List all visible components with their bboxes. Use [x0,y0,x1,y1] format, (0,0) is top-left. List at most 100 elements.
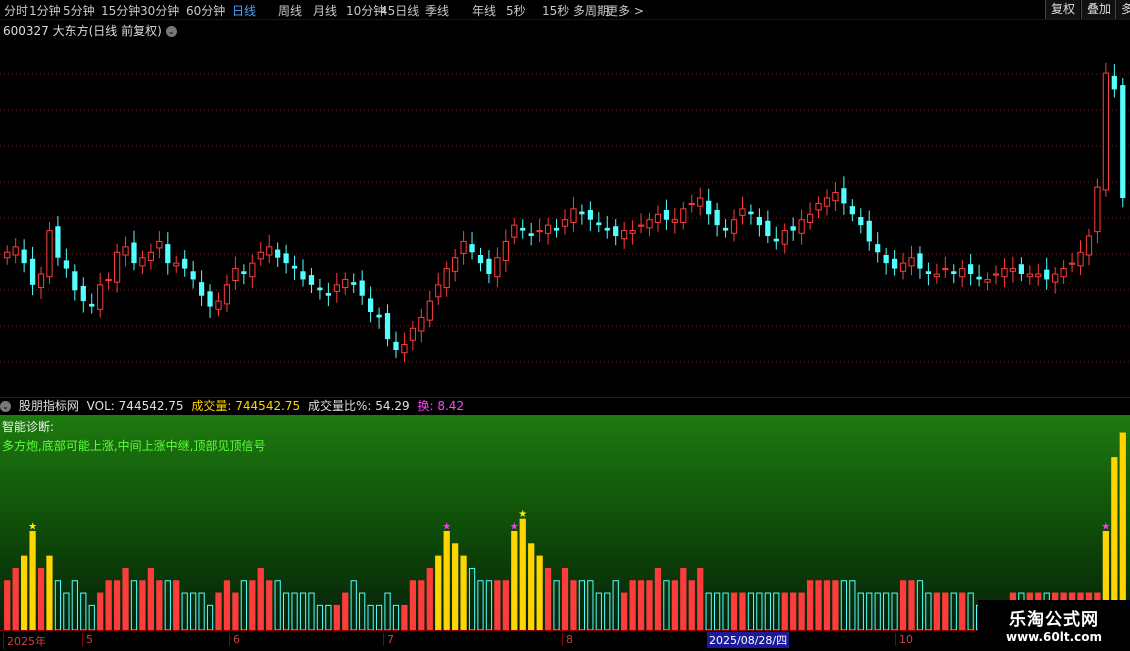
candle-body [925,271,932,274]
candle-body [1026,273,1033,278]
volume-bar [21,555,28,630]
tab-8[interactable]: 月线 [313,2,337,19]
candle-body [21,249,27,264]
volume-bar [587,580,594,630]
candle-body [165,244,171,264]
volume-bar [4,580,11,630]
star-marker: ★ [1101,522,1110,533]
tab-12[interactable]: 年线 [472,2,496,19]
toolbar-button-2[interactable]: 多 [1115,0,1130,19]
volume-bar [29,531,36,630]
tab-16[interactable]: 更多 > [606,2,644,19]
toolbar-button-1[interactable]: 叠加 [1081,0,1117,19]
volume-bar [849,580,856,630]
candle-body [275,249,281,258]
candle-body [384,313,391,340]
volume-bar [891,592,898,630]
chevron-down-icon[interactable]: ⌄ [165,26,177,37]
candle-body [376,314,382,318]
indicator-header: ⌄ 股朋指标网 VOL: 744542.75 成交量: 744542.75 成交… [0,397,1130,416]
volume-bar [350,580,357,630]
volume-bar [773,592,780,630]
volume-bar [790,592,797,630]
tab-1[interactable]: 1分钟 [29,2,61,19]
vol-value: 744542.75 [118,399,184,413]
volume-bar [561,567,569,630]
volume-bar [274,580,281,630]
candle-body [714,209,720,226]
volume-bar [97,592,104,630]
candle-body [139,257,146,267]
tab-13[interactable]: 5秒 [506,2,526,19]
candle-body [959,268,966,278]
candle-body [849,206,855,215]
tab-5[interactable]: 60分钟 [186,2,225,19]
chevron-down-icon[interactable]: ⌄ [0,401,11,412]
tab-4[interactable]: 30分钟 [140,2,179,19]
candle-body [393,341,399,350]
volume-bar [688,580,695,630]
volume-bar [291,592,298,630]
volume-bar [832,580,839,630]
candle-body [832,192,839,202]
tab-14[interactable]: 15秒 [542,2,569,19]
tab-15[interactable]: 多周期 [573,2,609,19]
volume-bar [113,580,121,630]
candle-body [1035,273,1042,278]
price-chart[interactable] [0,38,1130,396]
volume-bar [553,580,560,630]
volume-panel: ★ ★ ★ ★ ★ 智能诊断: 多方炮,底部可能上涨,中间上涨中继,顶部见顶信号 [0,415,1130,630]
volume-bar [756,592,763,630]
candle-body [899,262,907,272]
candle-body [536,230,543,233]
volume-bar [933,592,940,630]
volume-bar [282,592,290,630]
candle-body [477,255,484,264]
volume-bar [494,580,501,630]
volume-bar [739,592,746,630]
tab-11[interactable]: 季线 [425,2,449,19]
candle-body [131,242,137,264]
candle-body [1068,262,1076,265]
tab-0[interactable]: 分时 [4,2,28,19]
volume-bar [156,580,163,630]
volume-bar [105,580,112,630]
tab-10[interactable]: 45日线 [380,2,419,19]
volume-bar [722,592,729,630]
tab-3[interactable]: 15分钟 [101,2,140,19]
candle-body [105,278,112,282]
indicator-name[interactable]: 股朋指标网 [19,399,79,413]
volume-bar [840,580,848,630]
volume-bar [764,592,771,630]
toolbar-button-0[interactable]: 复权 [1045,0,1081,19]
candle-body [351,282,357,285]
volume-bar [637,580,645,630]
volume-bar [375,604,383,630]
stock-title-bar: 600327 大东方(日线 前复权) ⌄ [3,22,177,39]
star-marker: ★ [510,522,519,533]
volume-bar [916,580,924,630]
volume-bar [874,592,881,630]
volume-bar [401,604,408,630]
candle-body [333,284,340,292]
volume-bar [384,592,391,630]
ratio-label: 成交量比%: [308,399,372,413]
candle-body [790,226,796,231]
candle-body [917,253,923,269]
volume-bar [452,543,459,630]
volume-bar [54,580,62,630]
tab-7[interactable]: 周线 [278,2,302,19]
volume-bar [528,543,535,630]
candle-body [680,208,687,223]
tab-2[interactable]: 5分钟 [63,2,95,19]
volume-bar [629,580,636,630]
volume-bar [342,592,349,630]
candle-body [1009,268,1017,272]
volume-bar [502,580,509,630]
volume-bar [654,567,662,630]
candle-body [1077,251,1084,267]
volume-bar [198,592,205,630]
candle-body [156,240,163,249]
tab-6[interactable]: 日线 [232,2,256,19]
volume-bar [249,580,256,630]
